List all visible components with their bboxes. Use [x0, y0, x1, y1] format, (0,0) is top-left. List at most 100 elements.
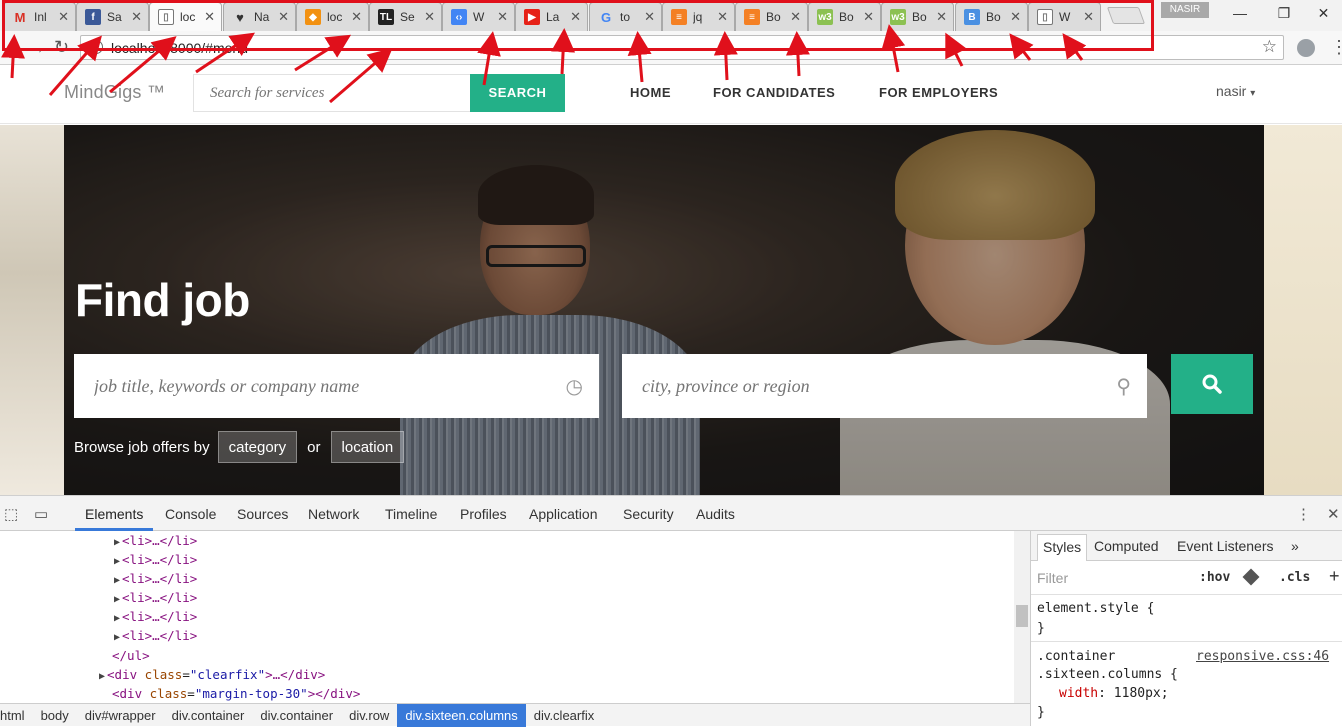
close-tab-icon[interactable]: ✕: [1083, 9, 1094, 25]
dom-node-li[interactable]: ▶ <li>…</li>: [114, 626, 197, 645]
browser-tab[interactable]: M Inl ✕: [3, 2, 76, 31]
devtools-tab-sources[interactable]: Sources: [237, 506, 288, 522]
nav-for-candidates[interactable]: FOR CANDIDATES: [713, 85, 835, 100]
tab-event-listeners[interactable]: Event Listeners: [1177, 538, 1274, 554]
info-icon[interactable]: i: [89, 40, 103, 54]
nav-for-employers[interactable]: FOR EMPLOYERS: [879, 85, 998, 100]
breadcrumb-item[interactable]: div.clearfix: [526, 704, 602, 727]
browser-tab[interactable]: ▯ loc ✕: [149, 2, 222, 31]
extension-icon[interactable]: [1297, 39, 1315, 57]
dom-node-li[interactable]: ▶ <li>…</li>: [114, 550, 197, 569]
reload-icon[interactable]: ↻: [54, 37, 69, 58]
breadcrumb-item[interactable]: div.container: [252, 704, 341, 727]
close-tab-icon[interactable]: ✕: [936, 9, 947, 25]
browser-tab[interactable]: ♥ Na ✕: [223, 2, 296, 31]
dom-node-li[interactable]: ▶ <li>…</li>: [114, 588, 197, 607]
rule-selector-columns[interactable]: .sixteen.columns {: [1037, 667, 1178, 682]
browser-tab[interactable]: B Bo ✕: [955, 2, 1028, 31]
close-tab-icon[interactable]: ✕: [790, 9, 801, 25]
browser-tab[interactable]: Gto ✕: [589, 2, 662, 31]
expand-triangle-icon[interactable]: ▶: [114, 575, 120, 586]
close-tab-icon[interactable]: ✕: [1010, 9, 1021, 25]
new-tab-button[interactable]: [1106, 7, 1146, 24]
close-window-icon[interactable]: ✕: [1305, 2, 1342, 24]
devtools-tab-security[interactable]: Security: [623, 506, 674, 522]
expand-triangle-icon[interactable]: ▶: [114, 632, 120, 643]
location-field[interactable]: ⚲: [622, 354, 1147, 418]
browser-tab[interactable]: ◆ loc ✕: [296, 2, 369, 31]
service-search-button[interactable]: SEARCH: [470, 74, 565, 112]
rule-selector-container[interactable]: .container: [1037, 649, 1115, 664]
dom-node-li[interactable]: ▶ <li>…</li>: [114, 607, 197, 626]
dom-node-li[interactable]: ▶ <li>…</li>: [114, 531, 197, 550]
address-bar[interactable]: i localhost:8000/#menu ☆: [80, 35, 1284, 60]
browse-location-link[interactable]: location: [330, 431, 405, 463]
devtools-tab-console[interactable]: Console: [165, 506, 216, 522]
keywords-input[interactable]: [74, 354, 599, 418]
browser-tab[interactable]: ‹› W ✕: [442, 2, 515, 31]
devtools-tab-elements[interactable]: Elements: [85, 506, 143, 522]
breadcrumb-item-selected[interactable]: div.sixteen.columns: [397, 703, 526, 727]
close-tab-icon[interactable]: ✕: [717, 9, 728, 25]
service-search-field[interactable]: [193, 74, 471, 112]
close-tab-icon[interactable]: ✕: [278, 9, 289, 25]
restore-icon[interactable]: ❐: [1261, 2, 1307, 24]
devtools-menu-icon[interactable]: ⋮: [1296, 505, 1311, 523]
browser-menu-icon[interactable]: ⋮: [1330, 37, 1342, 58]
browser-tab[interactable]: ≡ Bo ✕: [735, 2, 808, 31]
bookmark-star-icon[interactable]: ☆: [1262, 37, 1277, 57]
forward-icon[interactable]: →: [28, 37, 46, 58]
minimize-icon[interactable]: —: [1217, 2, 1263, 24]
device-toolbar-icon[interactable]: ▭: [34, 505, 48, 523]
browser-tab[interactable]: ▶ La ✕: [515, 2, 588, 31]
expand-triangle-icon[interactable]: ▶: [99, 671, 105, 682]
breadcrumb-item[interactable]: div.container: [164, 704, 253, 727]
close-tab-icon[interactable]: ✕: [424, 9, 435, 25]
rule-declaration[interactable]: width: 1180px;: [1059, 686, 1169, 701]
expand-triangle-icon[interactable]: ▶: [114, 613, 120, 624]
browser-tab[interactable]: ≡ jq ✕: [662, 2, 735, 31]
browser-tab[interactable]: f Sa ✕: [76, 2, 149, 31]
devtools-close-icon[interactable]: ✕: [1327, 505, 1340, 523]
close-tab-icon[interactable]: ✕: [863, 9, 874, 25]
tab-computed[interactable]: Computed: [1094, 538, 1159, 554]
inspect-element-icon[interactable]: ⬚: [4, 505, 18, 523]
dom-node-ul-close[interactable]: </ul>: [112, 646, 150, 665]
back-icon[interactable]: ←: [4, 37, 22, 58]
close-tab-icon[interactable]: ✕: [497, 9, 508, 25]
devtools-tab-timeline[interactable]: Timeline: [385, 506, 437, 522]
browser-tab[interactable]: w3 Bo ✕: [808, 2, 881, 31]
close-tab-icon[interactable]: ✕: [644, 9, 655, 25]
close-tab-icon[interactable]: ✕: [204, 9, 215, 25]
job-search-button[interactable]: [1171, 354, 1253, 414]
breadcrumb-item[interactable]: div#wrapper: [77, 704, 164, 727]
tab-styles[interactable]: Styles: [1037, 534, 1088, 561]
service-search-input[interactable]: [194, 75, 470, 111]
devtools-tab-network[interactable]: Network: [308, 506, 359, 522]
more-tabs-icon[interactable]: »: [1291, 538, 1299, 554]
close-tab-icon[interactable]: ✕: [351, 9, 362, 25]
styles-filter-input[interactable]: Filter: [1037, 570, 1068, 586]
site-logo[interactable]: MindGigs ™: [64, 82, 165, 103]
element-style-rule[interactable]: element.style {: [1037, 601, 1154, 616]
devtools-tab-profiles[interactable]: Profiles: [460, 506, 507, 522]
browse-category-link[interactable]: category: [217, 431, 298, 463]
close-tab-icon[interactable]: ✕: [570, 9, 581, 25]
breadcrumb-item[interactable]: html: [0, 704, 33, 727]
new-rule-icon[interactable]: +: [1329, 566, 1340, 587]
close-tab-icon[interactable]: ✕: [131, 9, 142, 25]
browser-tab[interactable]: ▯ W ✕: [1028, 2, 1101, 31]
dom-tree[interactable]: ▶ <li>…</li> ▶ <li>…</li> ▶ <li>…</li> ▶ <li…: [0, 531, 1030, 703]
location-input[interactable]: [622, 354, 1147, 418]
dom-tree-scrollbar[interactable]: [1014, 531, 1030, 703]
breadcrumb-item[interactable]: body: [33, 704, 77, 727]
scrollbar-thumb[interactable]: [1016, 605, 1028, 627]
dom-node-margin-top[interactable]: <div class="margin-top-30"></div>: [112, 684, 360, 703]
cls-toggle[interactable]: .cls: [1279, 570, 1310, 585]
expand-triangle-icon[interactable]: ▶: [114, 556, 120, 567]
close-tab-icon[interactable]: ✕: [58, 9, 69, 25]
devtools-tab-application[interactable]: Application: [529, 506, 598, 522]
dom-node-clearfix[interactable]: ▶ <div class="clearfix">…</div>: [99, 665, 325, 684]
rendering-icon[interactable]: [1242, 568, 1260, 586]
breadcrumb-item[interactable]: div.row: [341, 704, 397, 727]
